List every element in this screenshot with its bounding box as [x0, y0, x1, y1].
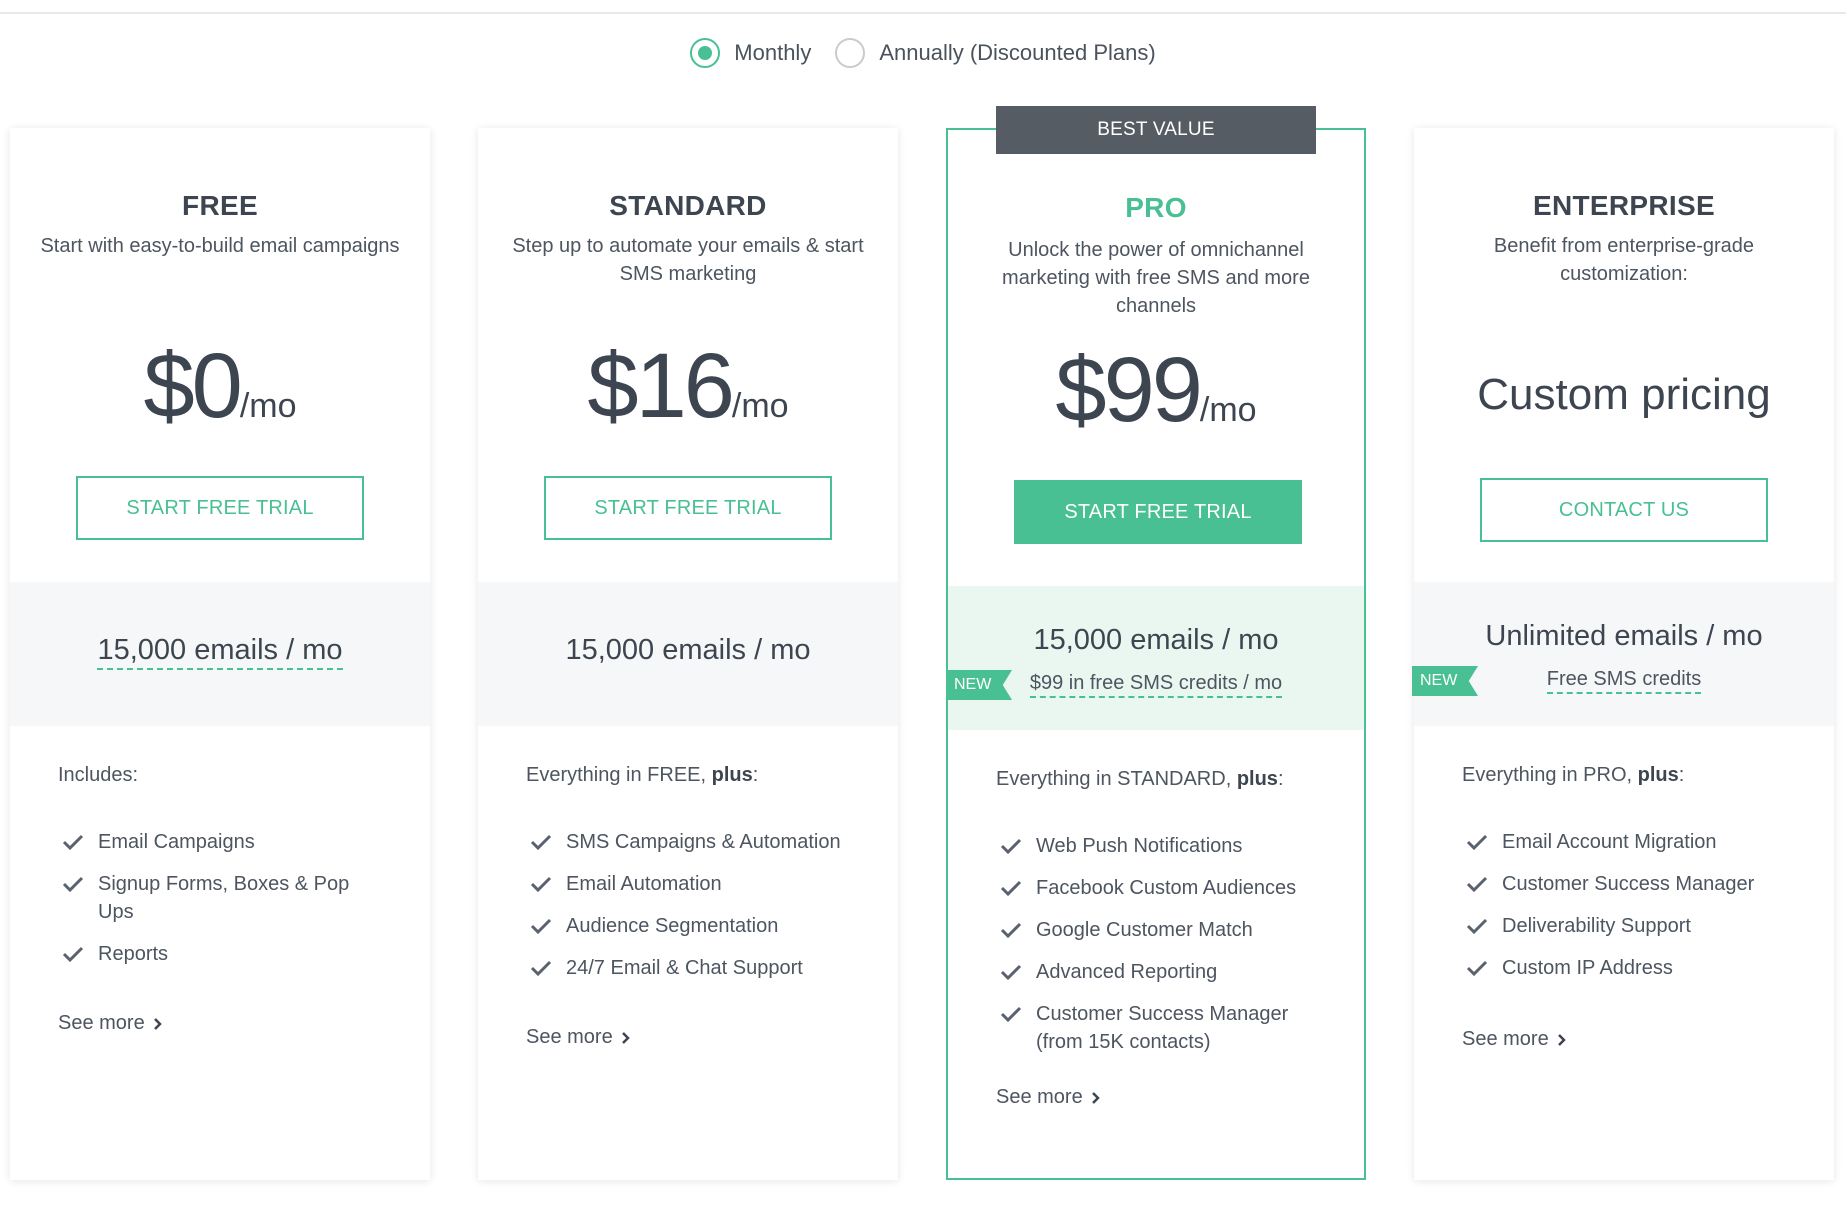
plan-card-standard: STANDARD Step up to automate your emails… — [478, 128, 898, 1180]
plan-card-enterprise: ENTERPRISE Benefit from enterprise-grade… — [1412, 128, 1834, 1180]
check-icon — [530, 912, 552, 940]
plan-description: Step up to automate your emails & start … — [512, 235, 864, 285]
billing-toggle: Monthly Annually (Discounted Plans) — [0, 36, 1846, 70]
feature-item: Reports — [62, 940, 400, 968]
check-icon — [530, 870, 552, 898]
billing-option-label: Annually (Discounted Plans) — [879, 40, 1156, 65]
plan-description: Unlock the power of omnichannel marketin… — [1002, 239, 1310, 317]
feature-item: Customer Success Manager — [1466, 870, 1804, 898]
best-value-badge: BEST VALUE — [996, 106, 1316, 154]
email-allowance[interactable]: 15,000 emails / mo — [97, 634, 343, 670]
price-amount: $16 — [587, 335, 734, 437]
check-icon — [1466, 912, 1488, 940]
check-icon — [530, 828, 552, 856]
email-allowance-band: 15,000 emails / mo — [478, 582, 898, 726]
plan-card-free: FREE Start with easy-to-build email camp… — [10, 128, 430, 1180]
feature-item: Deliverability Support — [1466, 912, 1804, 940]
chevron-right-icon — [153, 1017, 162, 1030]
custom-pricing: Custom pricing — [1477, 370, 1771, 419]
radio-selected-icon[interactable] — [690, 38, 721, 68]
feature-item: Web Push Notifications — [1000, 832, 1334, 860]
sms-credits[interactable]: Free SMS credits — [1546, 668, 1702, 694]
plan-name: ENTERPRISE — [1533, 190, 1715, 221]
check-icon — [62, 870, 84, 898]
email-allowance-band: 15,000 emails / mo NEW $99 in free SMS c… — [946, 586, 1364, 730]
check-icon — [1000, 1000, 1022, 1028]
plan-description: Start with easy-to-build email campaigns — [40, 235, 400, 257]
price-amount: $0 — [143, 335, 242, 437]
feature-item: Audience Segmentation — [530, 912, 868, 940]
check-icon — [530, 954, 552, 982]
plan-card-pro: PRO Unlock the power of omnichannel mark… — [946, 128, 1366, 1180]
email-allowance: 15,000 emails / mo — [565, 634, 811, 666]
start-free-trial-button[interactable]: START FREE TRIAL — [76, 476, 364, 540]
check-icon — [1466, 870, 1488, 898]
feature-item: Customer Success Manager (from 15K conta… — [1000, 1000, 1334, 1056]
billing-option-label: Monthly — [734, 40, 812, 65]
see-more-link[interactable]: See more — [1462, 1028, 1567, 1051]
feature-item: 24/7 Email & Chat Support — [530, 954, 868, 982]
chevron-right-icon — [1557, 1033, 1566, 1046]
check-icon — [1000, 832, 1022, 860]
feature-item: Signup Forms, Boxes & Pop Ups — [62, 870, 400, 926]
plan-price: $99/mo — [948, 338, 1364, 443]
chevron-right-icon — [1091, 1091, 1100, 1104]
feature-item: Email Automation — [530, 870, 868, 898]
billing-option-annually[interactable]: Annually (Discounted Plans) — [835, 38, 1156, 68]
email-allowance: 15,000 emails / mo — [1033, 624, 1279, 656]
see-more-link[interactable]: See more — [526, 1026, 631, 1049]
chevron-right-icon — [621, 1031, 630, 1044]
feature-item: SMS Campaigns & Automation — [530, 828, 868, 856]
check-icon — [1000, 916, 1022, 944]
plan-price: $0/mo — [10, 334, 430, 439]
contact-us-button[interactable]: CONTACT US — [1480, 478, 1768, 542]
feature-list: Email Account Migration Customer Success… — [1466, 828, 1804, 996]
feature-list: Email Campaigns Signup Forms, Boxes & Po… — [62, 828, 400, 982]
plan-name: STANDARD — [609, 190, 767, 221]
price-period: /mo — [731, 387, 789, 425]
start-free-trial-button[interactable]: START FREE TRIAL — [544, 476, 832, 540]
price-period: /mo — [239, 387, 297, 425]
email-allowance-band: 15,000 emails / mo — [10, 582, 430, 726]
radio-unselected-icon[interactable] — [835, 38, 866, 68]
check-icon — [1000, 958, 1022, 986]
price-amount: $99 — [1055, 339, 1202, 441]
check-icon — [1466, 954, 1488, 982]
see-more-link[interactable]: See more — [996, 1086, 1101, 1109]
check-icon — [62, 940, 84, 968]
price-period: /mo — [1199, 391, 1257, 429]
includes-heading: Includes: — [58, 764, 139, 786]
see-more-link[interactable]: See more — [58, 1012, 163, 1035]
plan-price: $16/mo — [478, 334, 898, 439]
includes-heading: Everything in STANDARD, plus: — [996, 768, 1284, 790]
includes-heading: Everything in PRO, plus: — [1462, 764, 1685, 786]
plan-name: PRO — [1125, 192, 1187, 223]
check-icon — [62, 828, 84, 856]
feature-list: Web Push Notifications Facebook Custom A… — [1000, 832, 1334, 1070]
feature-item: Custom IP Address — [1466, 954, 1804, 982]
plan-name: FREE — [182, 190, 258, 221]
check-icon — [1466, 828, 1488, 856]
plan-description: Benefit from enterprise-grade customizat… — [1493, 235, 1755, 285]
start-free-trial-button[interactable]: START FREE TRIAL — [1014, 480, 1302, 544]
email-allowance-band: Unlimited emails / mo NEW Free SMS credi… — [1412, 582, 1834, 726]
feature-item: Advanced Reporting — [1000, 958, 1334, 986]
check-icon — [1000, 874, 1022, 902]
billing-option-monthly[interactable]: Monthly — [690, 38, 811, 68]
feature-item: Google Customer Match — [1000, 916, 1334, 944]
sms-credits[interactable]: $99 in free SMS credits / mo — [1029, 672, 1283, 698]
top-divider — [0, 12, 1846, 14]
includes-heading: Everything in FREE, plus: — [526, 764, 759, 786]
feature-item: Email Account Migration — [1466, 828, 1804, 856]
feature-list: SMS Campaigns & Automation Email Automat… — [530, 828, 868, 996]
feature-item: Facebook Custom Audiences — [1000, 874, 1334, 902]
feature-item: Email Campaigns — [62, 828, 400, 856]
email-allowance: Unlimited emails / mo — [1485, 620, 1763, 652]
